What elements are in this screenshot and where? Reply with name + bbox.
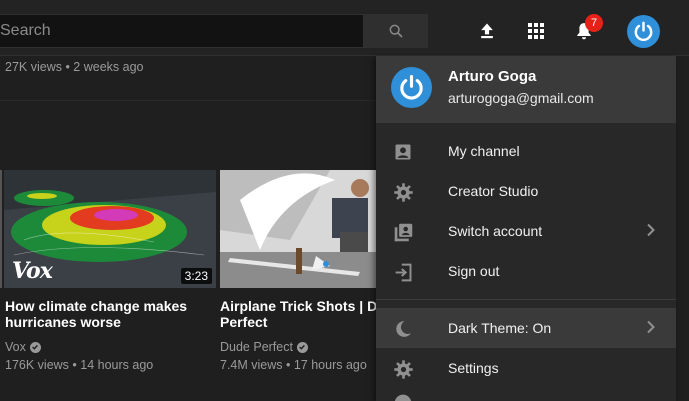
menu-item-creator-studio[interactable]: Creator Studio bbox=[376, 171, 676, 211]
video-title-line: Perfect bbox=[220, 314, 268, 330]
video-title-line: How climate change makes bbox=[5, 298, 188, 314]
menu-item-sign-out[interactable]: Sign out bbox=[376, 251, 676, 291]
chevron-right-icon bbox=[646, 320, 656, 339]
moon-icon bbox=[392, 318, 414, 340]
menu-item-settings[interactable]: Settings bbox=[376, 348, 676, 388]
channel-name[interactable]: Dude Perfect bbox=[220, 340, 308, 354]
video-duration: 3:23 bbox=[180, 268, 212, 284]
sign-out-icon bbox=[392, 261, 414, 283]
switch-account-icon bbox=[392, 221, 414, 243]
airplane-trick-shot-image bbox=[220, 170, 380, 288]
gear-icon bbox=[392, 358, 414, 380]
masthead: 7 bbox=[0, 0, 689, 56]
menu-item-my-channel[interactable]: My channel bbox=[376, 131, 676, 171]
search-button[interactable] bbox=[364, 14, 428, 48]
verified-check-icon bbox=[29, 341, 41, 353]
video-thumbnail[interactable] bbox=[220, 170, 380, 288]
menu-divider bbox=[376, 299, 676, 300]
verified-check-icon bbox=[296, 341, 308, 353]
menu-item-label: My channel bbox=[448, 143, 520, 159]
power-avatar-icon bbox=[634, 21, 653, 42]
upload-button[interactable] bbox=[474, 18, 500, 44]
search-icon bbox=[389, 24, 403, 38]
apps-grid-icon bbox=[528, 23, 544, 39]
account-email: arturogoga@gmail.com bbox=[448, 90, 594, 106]
apps-button[interactable] bbox=[523, 18, 549, 44]
menu-item-switch-account[interactable]: Switch account bbox=[376, 211, 676, 251]
gear-icon bbox=[392, 181, 414, 203]
menu-item-dark-theme[interactable]: Dark Theme: On bbox=[376, 308, 676, 348]
chevron-right-icon bbox=[646, 223, 656, 242]
feed-divider bbox=[0, 100, 376, 101]
account-menu: Arturo Goga arturogoga@gmail.com My chan… bbox=[376, 56, 676, 401]
upload-icon bbox=[481, 23, 493, 39]
menu-item-label: Sign out bbox=[448, 263, 500, 279]
account-avatar-button[interactable] bbox=[627, 15, 660, 48]
search-input[interactable] bbox=[0, 14, 364, 48]
menu-item-label: Switch account bbox=[448, 223, 543, 239]
video-meta: 176K views • 14 hours ago bbox=[5, 358, 154, 372]
youtube-page: 7 27K views • 2 weeks ago Vox 3:23 H bbox=[0, 0, 689, 401]
video-thumbnail[interactable]: Vox 3:23 bbox=[4, 170, 216, 288]
account-menu-header: Arturo Goga arturogoga@gmail.com bbox=[376, 56, 676, 123]
video-title[interactable]: Airplane Trick Shots | Dude Perfect bbox=[220, 298, 380, 330]
menu-item-label: Settings bbox=[448, 360, 499, 376]
account-box-icon bbox=[392, 141, 414, 163]
video-meta: 7.4M views • 17 hours ago bbox=[220, 358, 367, 372]
previous-video-meta: 27K views • 2 weeks ago bbox=[5, 60, 144, 74]
help-icon bbox=[392, 392, 414, 401]
menu-item-label: Creator Studio bbox=[448, 183, 539, 199]
menu-item-partial[interactable] bbox=[376, 388, 676, 401]
channel-name-text: Vox bbox=[5, 340, 26, 354]
avatar bbox=[391, 67, 432, 108]
account-name: Arturo Goga bbox=[448, 68, 537, 85]
power-avatar-icon bbox=[400, 75, 423, 100]
channel-name-text: Dude Perfect bbox=[220, 340, 293, 354]
video-title-line: hurricanes worse bbox=[5, 314, 121, 330]
menu-item-label: Dark Theme: On bbox=[448, 320, 552, 336]
notification-count-badge: 7 bbox=[585, 14, 603, 32]
video-title[interactable]: How climate change makes hurricanes wors… bbox=[5, 298, 187, 330]
video-title-line: Airplane Trick Shots | Dude bbox=[220, 298, 380, 314]
channel-name[interactable]: Vox bbox=[5, 340, 41, 354]
vox-logo: Vox bbox=[12, 258, 53, 284]
previous-thumbnail-edge bbox=[0, 170, 2, 288]
